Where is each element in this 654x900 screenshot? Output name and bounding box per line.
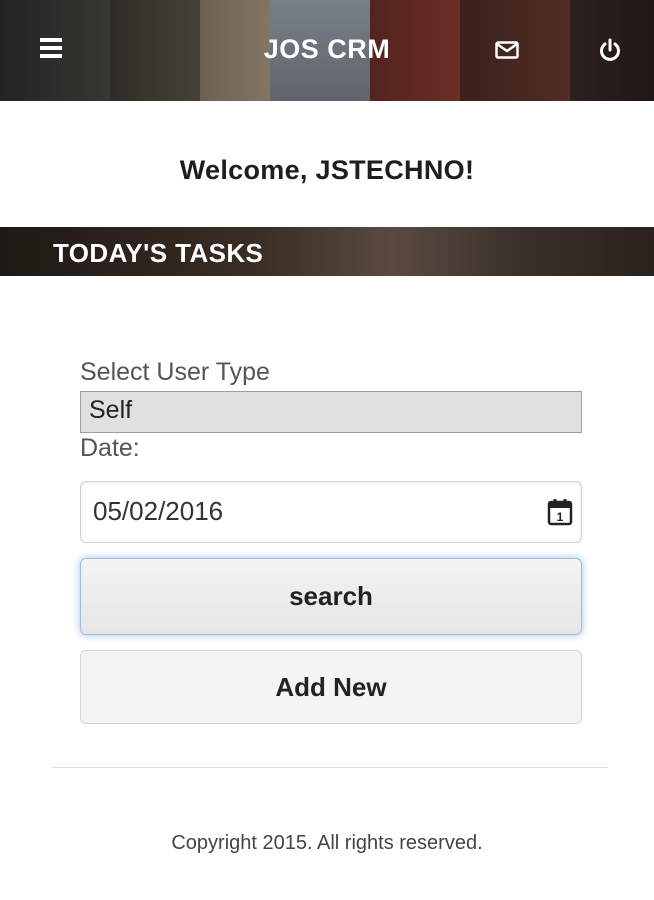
date-input[interactable]: 05/02/2016 1 (80, 481, 582, 543)
user-type-select[interactable]: Self (80, 391, 582, 433)
mail-icon[interactable] (495, 41, 519, 59)
copyright-text: Copyright 2015. All rights reserved. (171, 832, 483, 854)
welcome-message: Welcome, JSTECHNO! (179, 155, 475, 185)
calendar-day-number: 1 (557, 510, 564, 524)
date-value: 05/02/2016 (93, 496, 224, 526)
section-title: TODAY'S TASKS (53, 238, 264, 268)
add-new-button[interactable]: Add New (80, 650, 582, 724)
section-header: TODAY'S TASKS (0, 227, 654, 276)
user-type-label: Select User Type (80, 358, 270, 386)
app-header: JOS CRM (0, 0, 654, 101)
footer-divider (52, 767, 608, 768)
search-button[interactable]: search (80, 558, 582, 635)
user-type-selected-value: Self (89, 396, 133, 424)
power-icon[interactable] (598, 38, 622, 62)
app-title: JOS CRM (263, 34, 391, 64)
date-label: Date: (80, 434, 140, 462)
calendar-icon[interactable]: 1 (547, 498, 573, 526)
